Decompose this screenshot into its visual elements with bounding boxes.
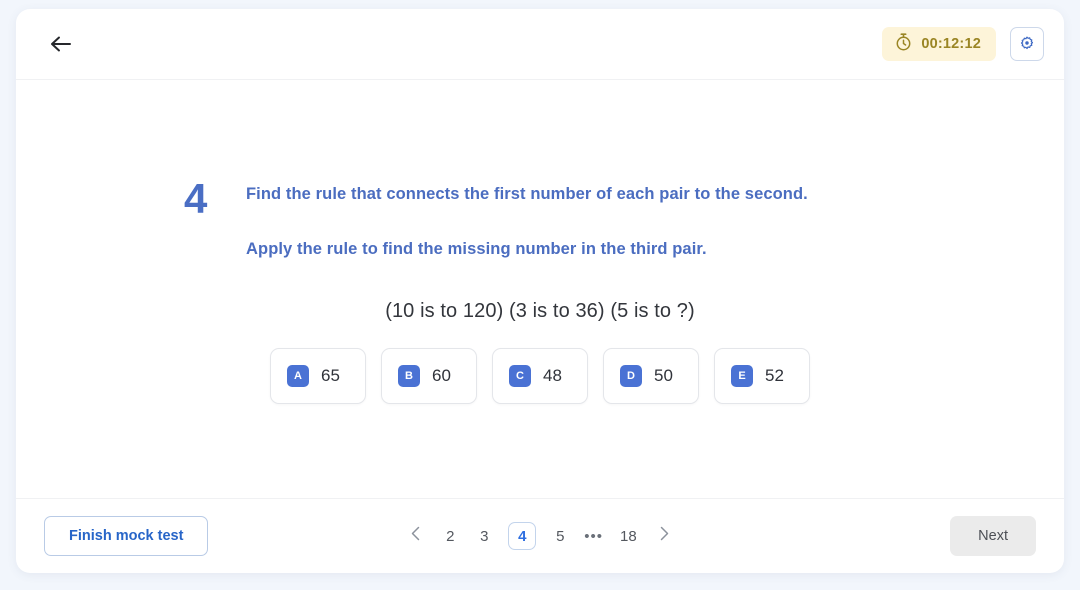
option-c-letter: C [509,365,531,387]
option-a[interactable]: A 65 [270,348,366,404]
gear-icon [1018,34,1036,55]
pagination-ellipsis: ••• [584,527,604,545]
option-c[interactable]: C 48 [492,348,588,404]
pagination-page-3[interactable]: 3 [474,524,494,549]
prompt-line-1: Find the rule that connects the first nu… [246,185,808,203]
option-b[interactable]: B 60 [381,348,477,404]
question-prompt: Find the rule that connects the first nu… [246,183,946,261]
footer-bar: Finish mock test 2 3 4 5 ••• 18 Next [16,499,1064,573]
option-e-letter: E [731,365,753,387]
prompt-line-2: Apply the rule to find the missing numbe… [246,240,707,259]
option-c-value: 48 [543,366,562,385]
option-a-letter: A [287,365,309,387]
chevron-left-icon [411,526,420,546]
answer-options: A 65 B 60 C 48 D 50 E 52 [16,348,1064,404]
question-number: 4 [184,175,207,222]
header-bar: 00:12:12 [16,9,1064,80]
arrow-left-icon [50,35,72,53]
settings-button[interactable] [1010,27,1044,61]
pagination-page-last[interactable]: 18 [617,524,640,549]
pagination-page-4-current[interactable]: 4 [508,522,537,550]
app-root: 00:12:12 4 Find the rule that connects t… [0,0,1080,590]
option-d[interactable]: D 50 [603,348,699,404]
chevron-right-icon [660,526,669,546]
header-actions: 00:12:12 [882,27,1044,61]
option-b-value: 60 [432,366,451,385]
timer-display: 00:12:12 [882,27,996,61]
next-button[interactable]: Next [950,516,1036,556]
stopwatch-icon [895,32,912,56]
option-d-value: 50 [654,366,673,385]
back-button[interactable] [44,27,78,61]
question-area: 4 Find the rule that connects the first … [16,80,1064,499]
test-card: 00:12:12 4 Find the rule that connects t… [16,9,1064,573]
pagination-next-button[interactable] [654,525,676,547]
pagination-page-2[interactable]: 2 [440,524,460,549]
pagination-page-5[interactable]: 5 [550,524,570,549]
pagination-prev-button[interactable] [404,525,426,547]
question-statement: (10 is to 120) (3 is to 36) (5 is to ?) [385,300,695,322]
option-a-value: 65 [321,366,340,385]
option-d-letter: D [620,365,642,387]
option-e-value: 52 [765,366,784,385]
option-e[interactable]: E 52 [714,348,810,404]
timer-value: 00:12:12 [921,36,981,52]
option-b-letter: B [398,365,420,387]
finish-mock-test-button[interactable]: Finish mock test [44,516,209,556]
